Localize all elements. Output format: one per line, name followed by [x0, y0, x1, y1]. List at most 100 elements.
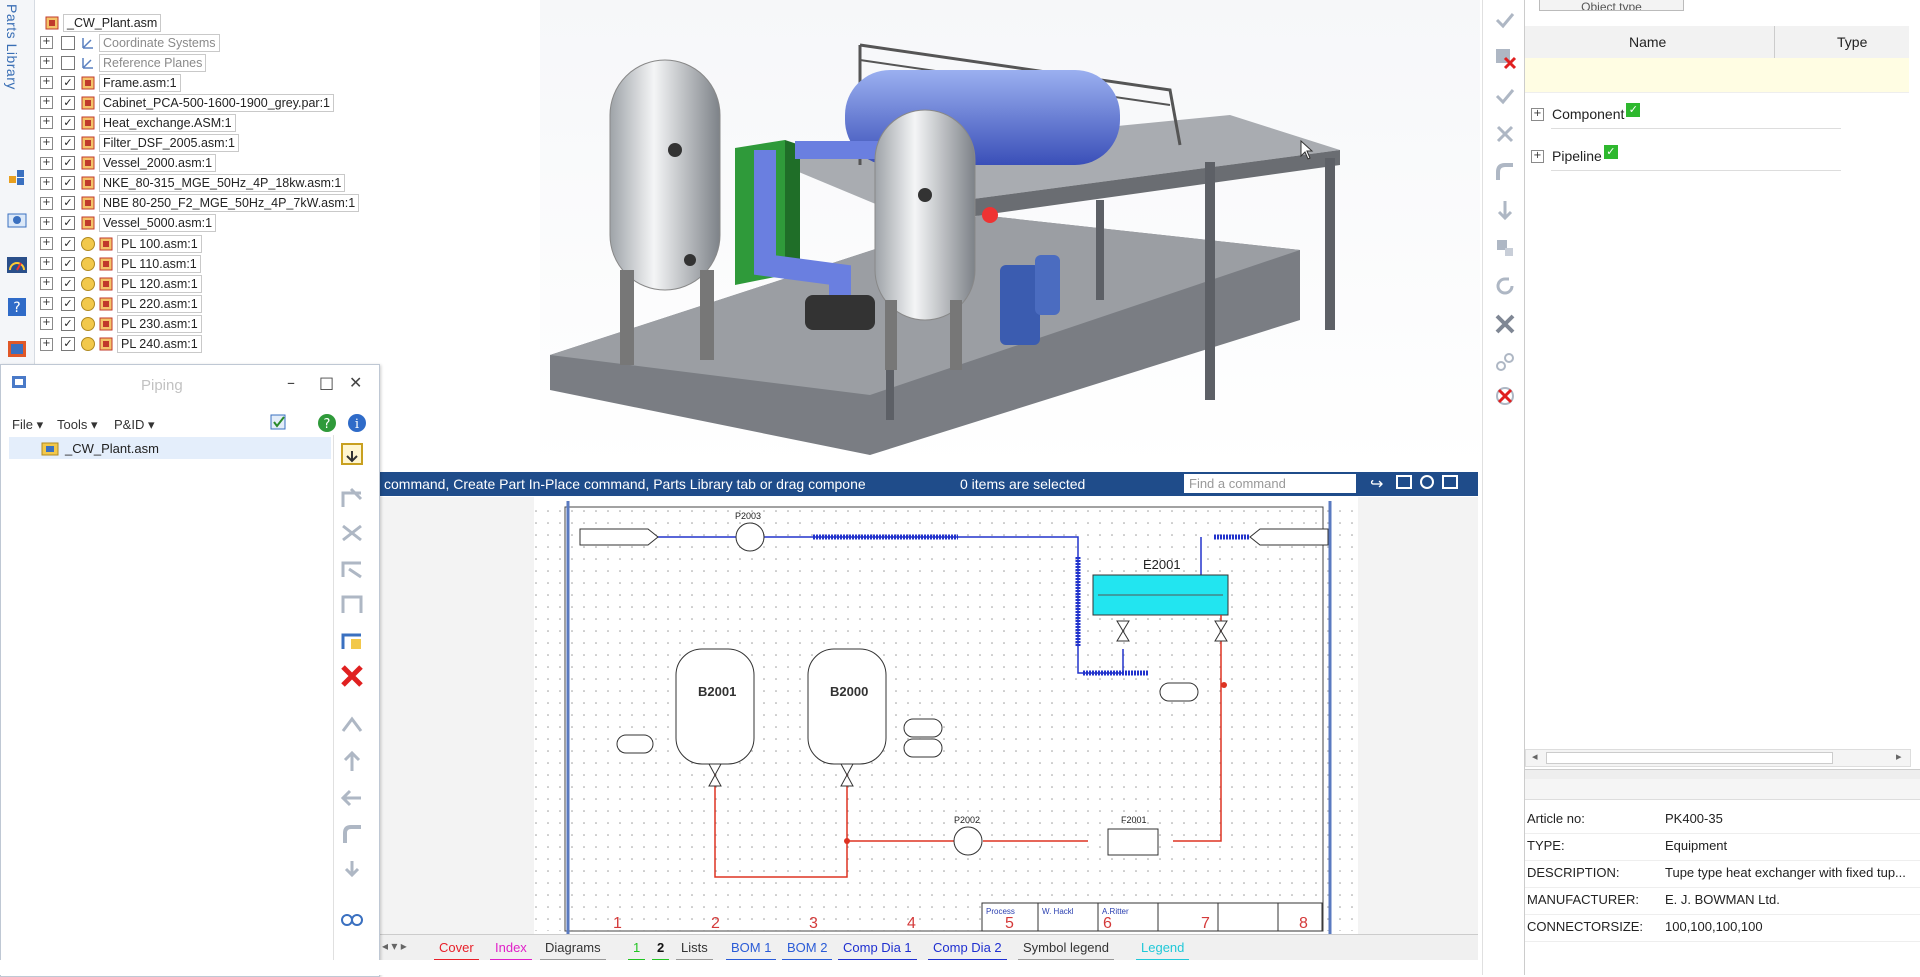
expand-icon[interactable]: +	[40, 116, 53, 130]
connect-tool-icon[interactable]	[339, 627, 365, 653]
glasses-icon[interactable]	[339, 905, 365, 931]
tree-item[interactable]: + ✓ PL 240.asm:1	[40, 335, 202, 354]
menu-file[interactable]: File ▾	[12, 417, 43, 433]
tree-root[interactable]: _CW_Plant.asm	[45, 13, 162, 32]
horizontal-scrollbar[interactable]: ◂ ▸	[1525, 749, 1911, 767]
tree-item[interactable]: + Reference Planes	[40, 53, 207, 72]
flow-tool-3-icon[interactable]	[339, 785, 365, 811]
tab-scroll-left-icon[interactable]: ◂ ▾ ▸	[382, 939, 407, 953]
expand-icon[interactable]: +	[40, 317, 53, 331]
tree-item[interactable]: + ✓ PL 230.asm:1	[40, 314, 202, 333]
group-component[interactable]: + Component ✓	[1531, 103, 1641, 123]
expand-icon[interactable]: +	[1531, 107, 1544, 121]
property-value[interactable]: PK400-35	[1665, 811, 1723, 826]
visibility-checkbox[interactable]	[61, 55, 75, 70]
tree-item[interactable]: + ✓ Vessel_2000.asm:1	[40, 154, 217, 173]
piping-tree-item[interactable]: _CW_Plant.asm	[41, 439, 159, 457]
visibility-checkbox[interactable]: ✓	[61, 256, 75, 271]
screen-icon[interactable]	[1396, 475, 1412, 489]
tree-item[interactable]: + ✓ PL 220.asm:1	[40, 294, 202, 313]
property-value[interactable]: Tupe type heat exchanger with fixed tup.…	[1665, 865, 1906, 880]
move-down-icon[interactable]	[1493, 198, 1517, 222]
menu-tools[interactable]: Tools ▾	[57, 417, 98, 433]
assembly-tab-icon[interactable]	[6, 166, 28, 188]
reject-icon[interactable]	[1493, 122, 1517, 146]
expand-icon[interactable]: +	[40, 76, 53, 90]
tree-item[interactable]: + Coordinate Systems	[40, 33, 220, 52]
visibility-checkbox[interactable]: ✓	[61, 216, 75, 231]
gauge-tab-icon[interactable]	[6, 254, 28, 276]
remove-check-icon[interactable]	[1493, 46, 1517, 70]
visibility-checkbox[interactable]: ✓	[61, 276, 75, 291]
expand-icon[interactable]: +	[40, 237, 53, 250]
tree-item[interactable]: + ✓ Cabinet_PCA-500-1600-1900_grey.par:1	[40, 93, 335, 112]
route-tool-4-icon[interactable]	[339, 591, 365, 617]
property-value[interactable]: 100,100,100,100	[1665, 919, 1763, 934]
tree-item[interactable]: + ✓ NBE 80-250_F2_MGE_50Hz_4P_7kW.asm:1	[40, 194, 360, 213]
visibility-checkbox[interactable]: ✓	[61, 115, 75, 130]
route-tool-3-icon[interactable]	[339, 555, 365, 581]
redirect-icon[interactable]: ↪	[1370, 474, 1383, 494]
check-settings-icon[interactable]	[269, 413, 289, 433]
connector-icon[interactable]	[1493, 236, 1517, 260]
scroll-left-icon[interactable]: ◂	[1532, 750, 1538, 763]
layers-tab-icon[interactable]	[6, 210, 28, 232]
picture-tab-icon[interactable]	[6, 338, 28, 360]
tree-item[interactable]: + ✓ PL 100.asm:1	[40, 234, 202, 253]
visibility-checkbox[interactable]: ✓	[61, 75, 75, 90]
delete-tool-icon[interactable]	[339, 663, 365, 689]
tree-item[interactable]: + ✓ Filter_DSF_2005.asm:1	[40, 134, 240, 153]
expand-icon[interactable]: +	[40, 56, 53, 70]
info-icon[interactable]: i	[347, 413, 367, 433]
expand-icon[interactable]: +	[40, 136, 53, 150]
new-sheet-tool-icon[interactable]	[339, 441, 365, 467]
bend-tool-icon[interactable]	[339, 821, 365, 847]
expand-icon[interactable]: +	[40, 277, 53, 291]
link-icon[interactable]	[1493, 350, 1517, 374]
tree-item[interactable]: + ✓ NKE_80-315_MGE_50Hz_4P_18kw.asm:1	[40, 174, 346, 193]
fit-view-icon[interactable]	[1442, 475, 1458, 489]
expand-icon[interactable]: +	[40, 216, 53, 230]
expand-icon[interactable]: +	[40, 36, 53, 49]
unlink-icon[interactable]	[1493, 384, 1517, 408]
object-type-field[interactable]: Object type	[1539, 0, 1684, 11]
close-button[interactable]: ✕	[349, 373, 362, 392]
model-viewport[interactable]	[540, 0, 1480, 470]
pid-diagram[interactable]: B2001 B2000 E2001 P2003 P2002 F2001 Proc…	[378, 497, 1478, 934]
visibility-checkbox[interactable]: ✓	[61, 196, 75, 211]
expand-icon[interactable]: +	[40, 196, 53, 210]
help-tab-icon[interactable]: ?	[6, 296, 28, 318]
refresh-icon[interactable]	[1493, 274, 1517, 298]
zoom-icon[interactable]	[1420, 475, 1434, 489]
scrollbar-thumb[interactable]	[1546, 752, 1833, 764]
parts-library-tab[interactable]: Parts Library	[4, 4, 20, 90]
find-command-input[interactable]: Find a command	[1184, 474, 1356, 493]
tree-item[interactable]: + ✓ PL 120.asm:1	[40, 274, 202, 293]
visibility-checkbox[interactable]: ✓	[61, 316, 75, 331]
route-tool-2-icon[interactable]	[339, 520, 365, 546]
expand-icon[interactable]: +	[40, 257, 53, 271]
help-icon[interactable]: ?	[317, 413, 337, 433]
tree-item[interactable]: + ✓ Frame.asm:1	[40, 73, 181, 92]
scroll-right-icon[interactable]: ▸	[1896, 750, 1902, 763]
maximize-button[interactable]: □	[319, 373, 334, 392]
pipe-bend-icon[interactable]	[1493, 160, 1517, 184]
minimize-button[interactable]: –	[287, 373, 295, 392]
col-name-header[interactable]: Name	[1629, 34, 1666, 50]
visibility-checkbox[interactable]	[61, 35, 75, 50]
approve-icon[interactable]	[1493, 84, 1517, 108]
visibility-checkbox[interactable]: ✓	[61, 236, 75, 251]
route-tool-1-icon[interactable]	[339, 485, 365, 511]
visibility-checkbox[interactable]: ✓	[61, 136, 75, 150]
tree-item[interactable]: + ✓ Vessel_5000.asm:1	[40, 214, 217, 233]
expand-icon[interactable]: +	[1531, 149, 1544, 163]
tree-item[interactable]: + ✓ PL 110.asm:1	[40, 254, 201, 273]
expand-icon[interactable]: +	[40, 96, 53, 110]
tree-item[interactable]: + ✓ Heat_exchange.ASM:1	[40, 113, 236, 132]
visibility-checkbox[interactable]: ✓	[61, 95, 75, 110]
insert-tool-icon[interactable]	[339, 857, 365, 883]
check-item-icon[interactable]	[1493, 8, 1517, 32]
expand-icon[interactable]: +	[40, 156, 53, 170]
expand-icon[interactable]: +	[40, 176, 53, 190]
visibility-checkbox[interactable]: ✓	[61, 156, 75, 171]
